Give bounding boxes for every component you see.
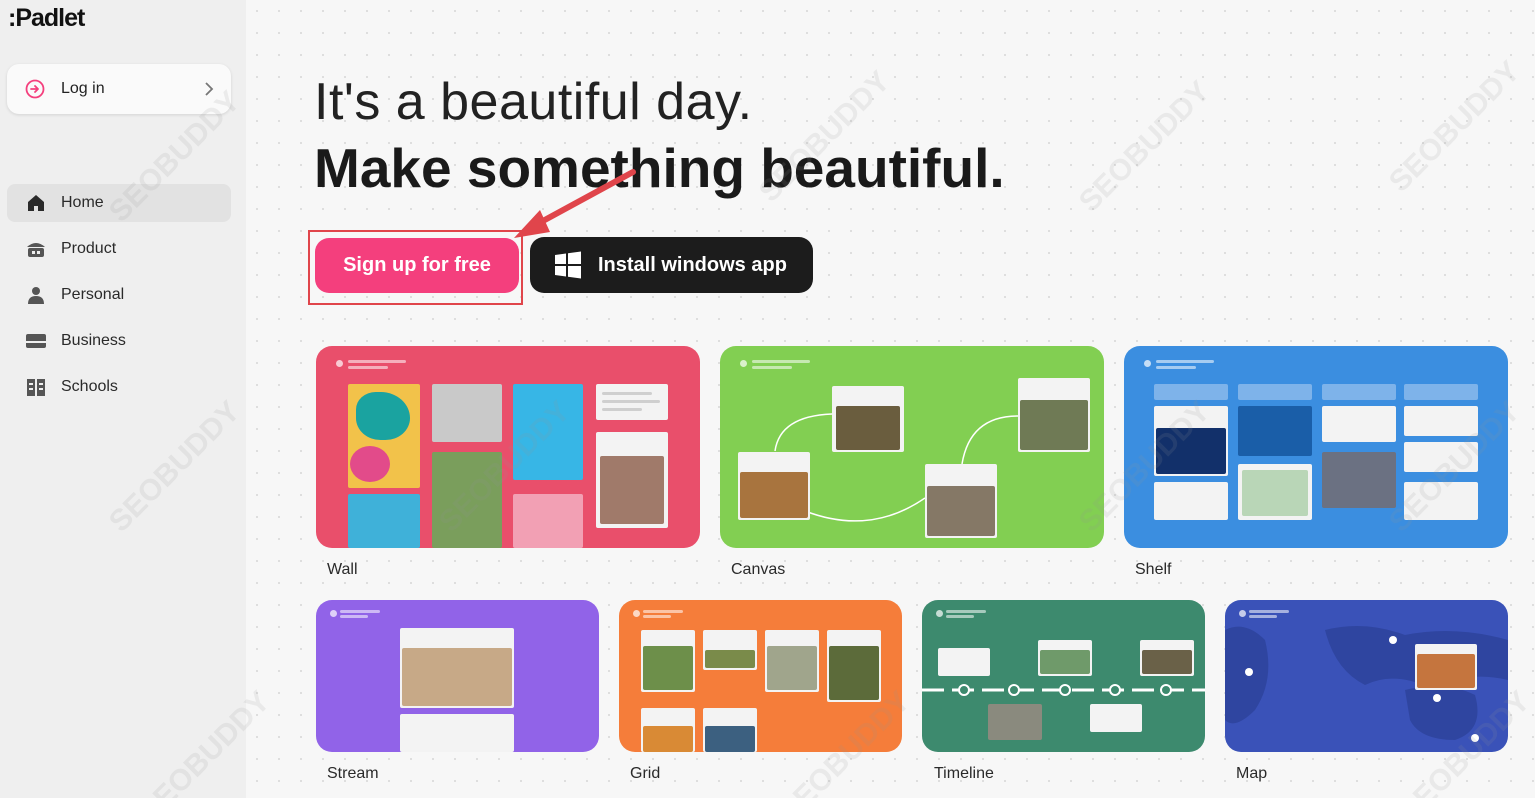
sidebar-item-home[interactable]: Home — [7, 184, 231, 222]
home-icon — [28, 195, 44, 211]
format-card-wall[interactable] — [316, 346, 700, 548]
format-card-grid[interactable] — [619, 600, 902, 752]
format-card-shelf[interactable] — [1124, 346, 1508, 548]
format-label-shelf: Shelf — [1135, 561, 1172, 578]
login-button[interactable]: Log in — [7, 64, 231, 114]
format-card-timeline[interactable] — [922, 600, 1205, 752]
sidebar-item-schools[interactable]: Schools — [7, 368, 231, 406]
signup-button[interactable]: Sign up for free — [315, 238, 519, 293]
chevron-right-icon — [205, 82, 214, 96]
sidebar-item-personal[interactable]: Personal — [7, 276, 231, 314]
product-icon — [27, 243, 45, 257]
sidebar-item-label: Home — [61, 194, 104, 211]
login-icon — [25, 79, 45, 99]
padlet-logo[interactable]: :Padlet — [8, 4, 85, 33]
sidebar-item-label: Personal — [61, 286, 125, 303]
format-card-canvas[interactable] — [720, 346, 1104, 548]
format-label-stream: Stream — [327, 765, 379, 782]
format-card-map[interactable] — [1225, 600, 1508, 752]
person-icon — [28, 287, 44, 304]
windows-icon — [555, 251, 581, 279]
format-label-wall: Wall — [327, 561, 358, 578]
sidebar-item-label: Schools — [61, 378, 118, 395]
business-icon — [26, 334, 46, 348]
sidebar-item-product[interactable]: Product — [7, 230, 231, 268]
schools-icon — [27, 379, 45, 396]
sidebar-item-label: Business — [61, 332, 126, 349]
format-card-stream[interactable] — [316, 600, 599, 752]
hero-subheadline: Make something beautiful. — [314, 137, 1005, 199]
format-label-canvas: Canvas — [731, 561, 786, 578]
sidebar-item-business[interactable]: Business — [7, 322, 231, 360]
format-label-grid: Grid — [630, 765, 661, 782]
format-label-timeline: Timeline — [934, 765, 994, 782]
sidebar-item-label: Product — [61, 240, 117, 257]
format-label-map: Map — [1236, 765, 1268, 782]
install-label: Install windows app — [598, 254, 787, 276]
hero-headline: It's a beautiful day. — [314, 73, 753, 131]
timeline-track — [922, 684, 1205, 696]
login-label: Log in — [61, 80, 105, 97]
sidebar: :Padlet Log in Home Product Personal Bus… — [0, 0, 246, 798]
annotation-arrow-icon — [514, 169, 636, 238]
